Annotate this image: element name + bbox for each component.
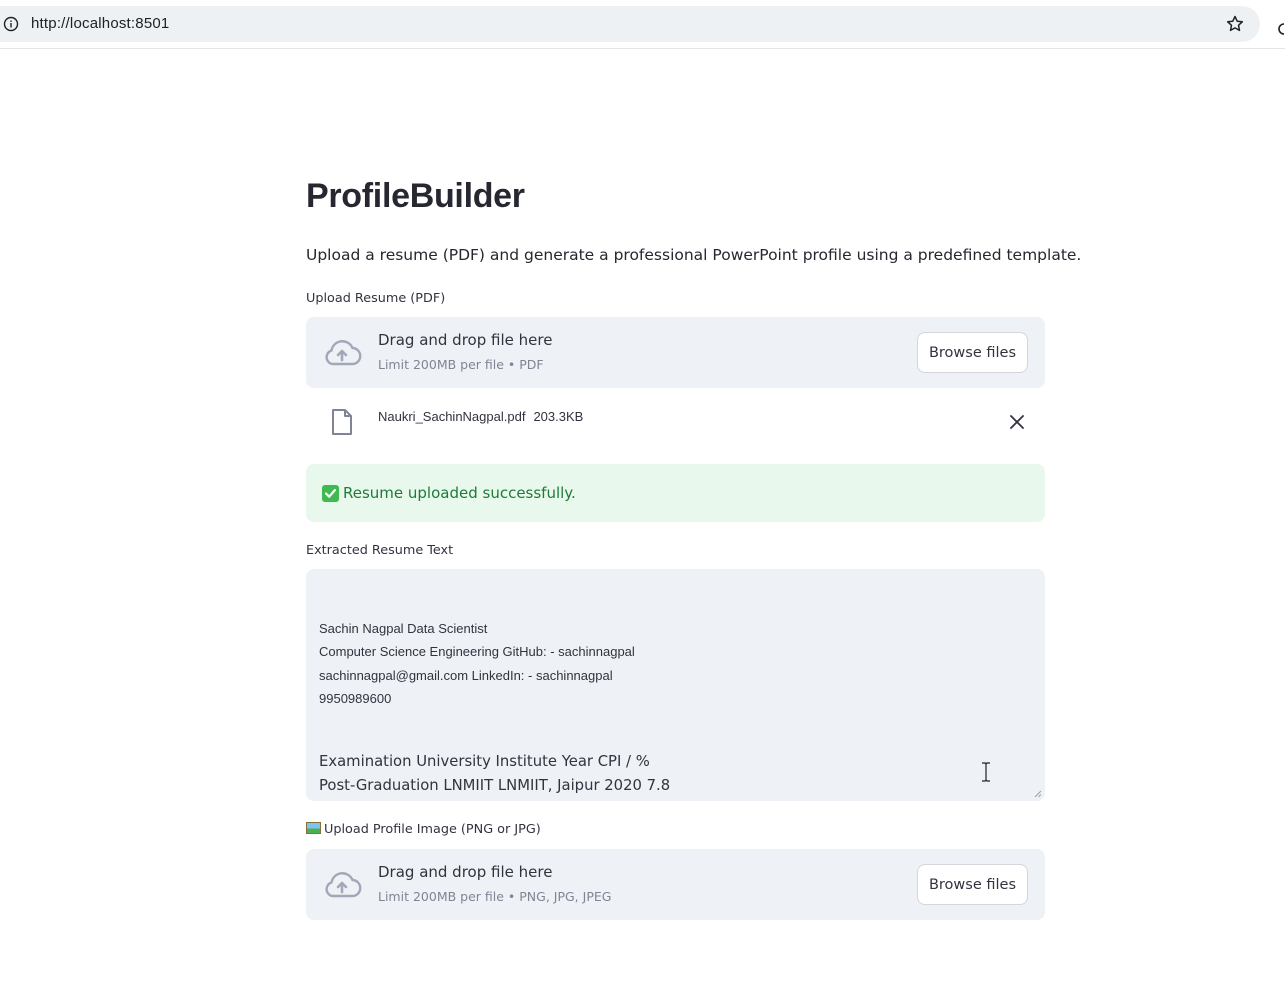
extracted-text-line: Computer Science Engineering GitHub: - s… <box>319 644 635 660</box>
extracted-text-line: Examination University Institute Year CP… <box>319 753 650 771</box>
cloud-upload-icon <box>325 872 362 898</box>
text-cursor-icon <box>982 762 990 782</box>
picture-icon <box>306 822 321 834</box>
extracted-text-line: sachinnagpal@gmail.com LinkedIn: - sachi… <box>319 667 613 683</box>
check-icon <box>322 485 339 502</box>
dropzone-title: Drag and drop file here <box>378 863 553 881</box>
extracted-text-area[interactable]: Sachin Nagpal Data Scientist Computer Sci… <box>306 569 1045 801</box>
browse-files-button[interactable]: Browse files <box>917 332 1028 373</box>
extracted-text-body-lines: Examination University Institute Year CP… <box>319 750 1029 801</box>
cloud-upload-icon <box>325 340 362 366</box>
resume-dropzone[interactable]: Drag and drop file here Limit 200MB per … <box>306 317 1045 388</box>
file-name-text: Naukri_SachinNagpal.pdf <box>378 409 526 424</box>
close-icon[interactable] <box>1008 413 1026 431</box>
url-text[interactable]: http://localhost:8501 <box>31 15 169 32</box>
success-message: Resume uploaded successfully. <box>343 484 576 502</box>
page-title: ProfileBuilder <box>306 177 525 215</box>
bookmark-star-icon[interactable] <box>1225 14 1245 34</box>
toolbar-divider <box>0 48 1285 49</box>
address-bar[interactable]: http://localhost:8501 <box>0 6 1285 42</box>
file-icon <box>332 409 352 435</box>
image-upload-label-text: Upload Profile Image (PNG or JPG) <box>324 822 541 837</box>
file-name: Naukri_SachinNagpal.pdf 203.3KB <box>378 409 583 424</box>
extracted-text-line: Sachin Nagpal Data Scientist <box>319 621 488 636</box>
extracted-text-label: Extracted Resume Text <box>306 543 454 558</box>
reload-icon[interactable] <box>1276 22 1285 36</box>
dropzone-limit: Limit 200MB per file • PDF <box>378 357 544 372</box>
browse-files-button[interactable]: Browse files <box>917 864 1028 905</box>
extracted-text-header-lines: Sachin Nagpal Data Scientist Computer Sci… <box>319 617 1029 710</box>
page-subtitle: Upload a resume (PDF) and generate a pro… <box>306 246 1082 264</box>
extracted-text-line: Post-Graduation LNMIIT LNMIIT, Jaipur 20… <box>319 776 671 794</box>
success-alert: Resume uploaded successfully. <box>306 464 1045 522</box>
dropzone-title: Drag and drop file here <box>378 331 553 349</box>
extracted-text-content: Sachin Nagpal Data Scientist Computer Sci… <box>319 581 1029 801</box>
resize-handle-icon[interactable] <box>1034 790 1042 798</box>
uploaded-file-row: Naukri_SachinNagpal.pdf 203.3KB <box>306 398 1045 444</box>
image-dropzone[interactable]: Drag and drop file here Limit 200MB per … <box>306 849 1045 920</box>
resume-upload-label: Upload Resume (PDF) <box>306 291 446 306</box>
extracted-text-line: 9950989600 <box>319 690 392 706</box>
info-icon[interactable] <box>3 16 19 32</box>
image-upload-label: Upload Profile Image (PNG or JPG) <box>306 822 541 837</box>
file-size: 203.3KB <box>533 409 584 424</box>
extracted-text-line: Graduation RTU Govt. Engineering College… <box>319 797 1029 801</box>
dropzone-limit: Limit 200MB per file • PNG, JPG, JPEG <box>378 889 612 904</box>
